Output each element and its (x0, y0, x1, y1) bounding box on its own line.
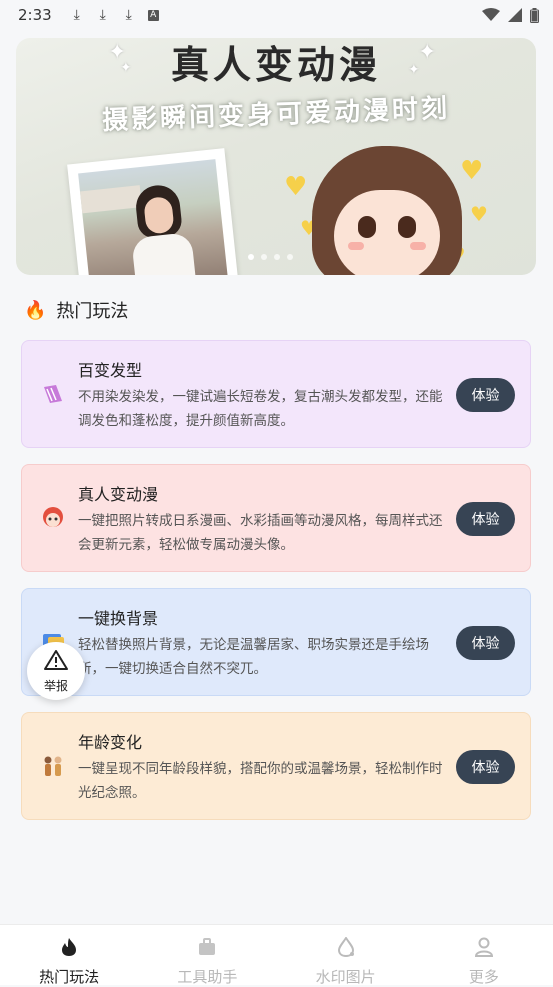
heart-icon: ♥ (460, 156, 484, 186)
feature-title: 一键换背景 (78, 609, 159, 628)
section-header: 🔥 热门玩法 (24, 296, 128, 324)
drop-icon (337, 936, 355, 962)
carousel-dot[interactable] (248, 254, 254, 260)
try-button[interactable]: 体验 (456, 750, 515, 784)
battery-icon (530, 7, 539, 23)
banner-carousel[interactable]: ✦ ✦ ✦ ✦ 真人变动漫 摄影瞬间变身可爱动漫时刻 ♥ ♥ ♥ ♥ ♥ (16, 38, 536, 275)
wifi-icon (482, 8, 500, 21)
download-icon: ⤓ (125, 7, 132, 23)
report-button[interactable]: 举报 (27, 642, 85, 700)
carousel-dot[interactable] (261, 254, 267, 260)
anime-face-icon (38, 503, 68, 533)
user-icon (474, 937, 493, 962)
banner-photo (67, 148, 239, 275)
banner-anime-illustration (312, 146, 462, 275)
people-icon (38, 751, 68, 781)
try-button[interactable]: 体验 (456, 502, 515, 536)
warning-icon (43, 649, 69, 675)
banner-title: 真人变动漫 (170, 43, 381, 87)
feature-description: 不用染发染发，一键试遍长短卷发，复古潮头发都发型，还能调发色和蓬松度，提升颜值新… (78, 389, 443, 429)
feature-title: 百变发型 (78, 361, 143, 380)
carousel-indicator (248, 254, 293, 260)
feature-description: 一键呈现不同年龄段样貌，搭配你的或温馨场景，轻松制作时光纪念照。 (78, 761, 443, 801)
feature-card-hairstyle[interactable]: 百变发型 不用染发染发，一键试遍长短卷发，复古潮头发都发型，还能调发色和蓬松度，… (21, 340, 531, 448)
feature-card-background[interactable]: 一键换背景 轻松替换照片背景，无论是温馨居家、职场实景还是手绘场所，一键切换适合… (21, 588, 531, 696)
feature-description: 一键把照片转成日系漫画、水彩插画等动漫风格，每周样式还会更新元素，轻松做专属动漫… (78, 513, 443, 553)
a-icon: A (147, 9, 159, 21)
try-button[interactable]: 体验 (456, 378, 515, 412)
carousel-dot[interactable] (274, 254, 280, 260)
fire-icon: 🔥 (24, 299, 47, 321)
download-icon: ⤓ (73, 7, 80, 23)
comb-icon (38, 379, 68, 409)
feature-title: 真人变动漫 (78, 485, 159, 504)
banner-subtitle: 摄影瞬间变身可爱动漫时刻 (101, 93, 451, 137)
heart-icon: ♥ (470, 202, 488, 226)
feature-title: 年龄变化 (78, 733, 143, 752)
section-title: 热门玩法 (56, 301, 129, 322)
signal-icon (508, 8, 522, 22)
heart-icon: ♥ (284, 172, 308, 202)
tab-tools[interactable]: 工具助手 (138, 925, 276, 986)
toolbox-icon (198, 937, 216, 962)
tab-watermark[interactable]: 水印图片 (277, 925, 415, 986)
flame-icon (60, 937, 78, 962)
report-label: 举报 (43, 678, 68, 693)
download-icon: ⤓ (99, 7, 106, 23)
feature-description: 轻松替换照片背景，无论是温馨居家、职场实景还是手绘场所，一键切换适合自然不突兀。 (78, 637, 429, 677)
tab-hot[interactable]: 热门玩法 (0, 925, 138, 986)
tab-more[interactable]: 更多 (415, 925, 553, 986)
status-time: 2:33 (18, 6, 52, 24)
bottom-tab-bar: 热门玩法 工具助手 水印图片 更多 (0, 924, 553, 986)
try-button[interactable]: 体验 (456, 626, 515, 660)
carousel-dot[interactable] (287, 254, 293, 260)
feature-card-age[interactable]: 年龄变化 一键呈现不同年龄段样貌，搭配你的或温馨场景，轻松制作时光纪念照。 体验 (21, 712, 531, 820)
status-bar: 2:33 ⤓ ⤓ ⤓ A (0, 0, 553, 30)
feature-card-anime[interactable]: 真人变动漫 一键把照片转成日系漫画、水彩插画等动漫风格，每周样式还会更新元素，轻… (21, 464, 531, 572)
